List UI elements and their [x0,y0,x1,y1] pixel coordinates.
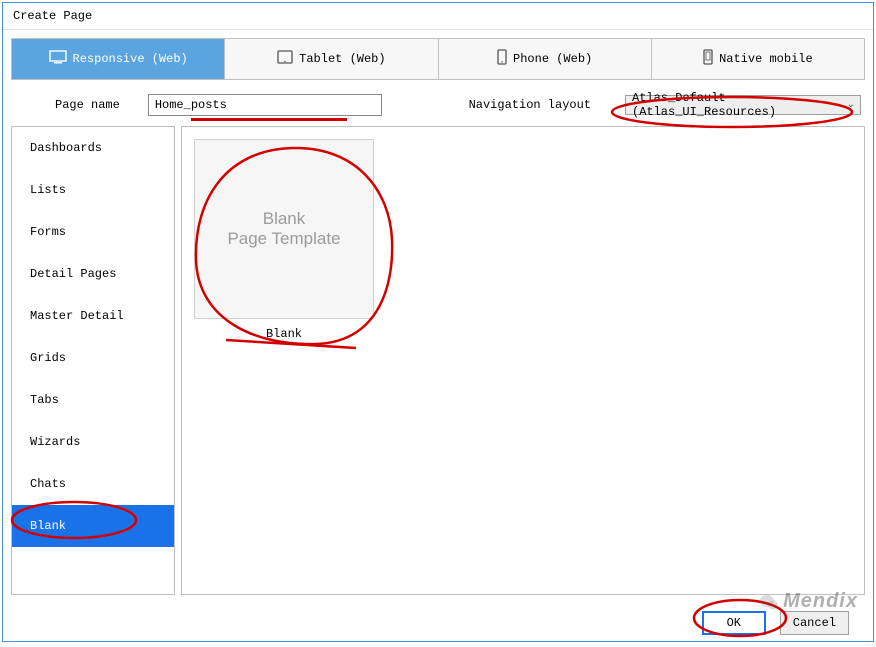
template-preview-line1: Blank [263,209,306,229]
sidebar-item-detail-pages[interactable]: Detail Pages [12,253,174,295]
sidebar-item-label: Chats [30,477,66,491]
sidebar-item-chats[interactable]: Chats [12,463,174,505]
tab-label: Responsive (Web) [73,52,188,66]
sidebar-item-label: Forms [30,225,66,239]
sidebar-item-label: Detail Pages [30,267,116,281]
tab-tablet-web[interactable]: Tablet (Web) [225,39,438,79]
page-name-label: Page name [55,98,120,112]
form-row: Page name Navigation layout Atlas_Defaul… [3,80,873,126]
sidebar-item-label: Tabs [30,393,59,407]
tab-phone-web[interactable]: Phone (Web) [439,39,652,79]
sidebar-item-label: Blank [30,519,66,533]
sidebar-item-forms[interactable]: Forms [12,211,174,253]
nav-layout-select[interactable]: Atlas_Default (Atlas_UI_Resources) ⌄ [625,95,861,115]
sidebar-item-master-detail[interactable]: Master Detail [12,295,174,337]
tab-label: Phone (Web) [513,52,592,66]
template-preview-line2: Page Template [227,229,340,249]
tab-label: Tablet (Web) [299,52,385,66]
page-name-input[interactable] [148,94,382,116]
ok-button[interactable]: OK [702,611,766,635]
sidebar-item-lists[interactable]: Lists [12,169,174,211]
sidebar-item-wizards[interactable]: Wizards [12,421,174,463]
chevron-down-icon: ⌄ [847,99,855,111]
sidebar-item-label: Grids [30,351,66,365]
main-panel: Dashboards Lists Forms Detail Pages Mast… [11,126,865,595]
nav-layout-value: Atlas_Default (Atlas_UI_Resources) [632,91,838,119]
category-sidebar: Dashboards Lists Forms Detail Pages Mast… [11,126,175,595]
tab-native-mobile[interactable]: Native mobile [652,39,864,79]
monitor-icon [49,50,67,68]
sidebar-item-dashboards[interactable]: Dashboards [12,127,174,169]
sidebar-item-label: Dashboards [30,141,102,155]
tab-responsive-web[interactable]: Responsive (Web) [12,39,225,79]
dialog-title: Create Page [3,3,873,30]
native-mobile-icon [703,49,713,69]
sidebar-item-label: Master Detail [30,309,124,323]
tab-label: Native mobile [719,52,813,66]
phone-icon [497,49,507,69]
template-card-blank: Blank Page Template Blank [194,139,374,341]
tablet-icon [277,50,293,68]
cancel-button[interactable]: Cancel [780,611,849,635]
template-preview[interactable]: Blank Page Template [194,139,374,319]
sidebar-item-label: Lists [30,183,66,197]
templates-panel: Blank Page Template Blank [181,126,865,595]
sidebar-item-grids[interactable]: Grids [12,337,174,379]
nav-layout-label: Navigation layout [469,98,591,112]
create-page-dialog: Create Page Responsive (Web) Tablet (Web… [2,2,874,642]
sidebar-item-label: Wizards [30,435,80,449]
sidebar-item-blank[interactable]: Blank [12,505,174,547]
template-label: Blank [266,327,302,341]
device-tabs: Responsive (Web) Tablet (Web) Phone (Web… [11,38,865,80]
dialog-footer: OK Cancel [3,603,873,641]
sidebar-item-tabs[interactable]: Tabs [12,379,174,421]
